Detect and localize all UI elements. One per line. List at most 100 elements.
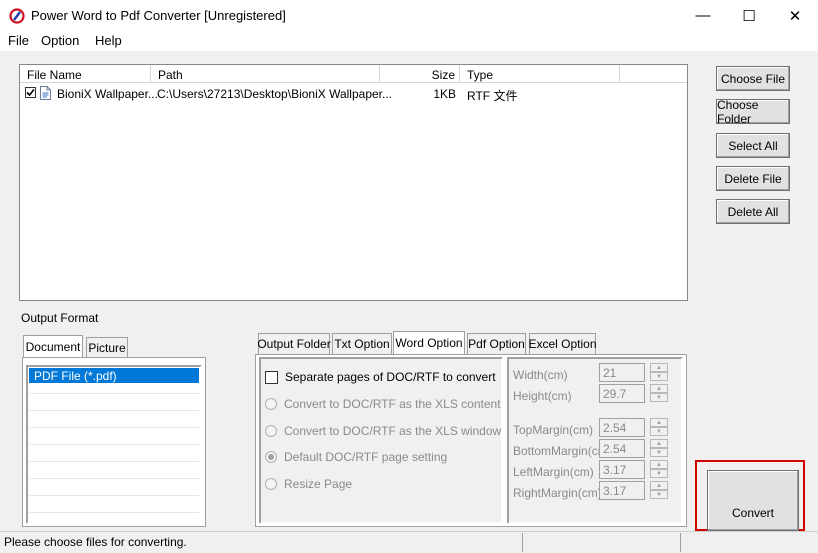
format-panel: PDF File (*.pdf): [22, 357, 206, 527]
spin-down-icon[interactable]: ▼: [650, 427, 668, 436]
row-file-type: RTF 文件: [467, 89, 518, 103]
tab-txt-option[interactable]: Txt Option: [332, 333, 392, 354]
document-file-icon: [40, 86, 51, 100]
spin-up-icon[interactable]: ▲: [650, 363, 668, 372]
output-format-label: Output Format: [21, 311, 99, 325]
bottom-margin-label: BottomMargin(cm): [513, 444, 612, 458]
convert-button[interactable]: Convert: [707, 470, 799, 531]
radio-default-label: Default DOC/RTF page setting: [284, 450, 448, 464]
file-list[interactable]: File Name Path Size Type BioniX Wallpape…: [19, 64, 688, 301]
spin-down-icon[interactable]: ▼: [650, 372, 668, 381]
list-divider: [29, 410, 199, 411]
status-text: Please choose files for converting.: [4, 535, 187, 549]
radio-xls-window-label: Convert to DOC/RTF as the XLS window: [284, 424, 502, 438]
spin-down-icon[interactable]: ▼: [650, 448, 668, 457]
width-spinner[interactable]: ▲ ▼: [650, 363, 668, 382]
left-margin-label: LeftMargin(cm): [513, 465, 594, 479]
right-margin-spinner[interactable]: ▲ ▼: [650, 481, 668, 500]
menu-help[interactable]: Help: [95, 33, 122, 48]
list-divider: [29, 478, 199, 479]
radio-xls-content-label: Convert to DOC/RTF as the XLS content: [284, 397, 501, 411]
spin-up-icon[interactable]: ▲: [650, 418, 668, 427]
list-divider: [29, 444, 199, 445]
radio-icon: [265, 425, 277, 437]
right-margin-label: RightMargin(cm): [513, 486, 602, 500]
select-all-button[interactable]: Select All: [716, 133, 790, 158]
height-input[interactable]: 29.7: [599, 384, 645, 403]
right-margin-input[interactable]: 3.17: [599, 481, 645, 500]
left-margin-spinner[interactable]: ▲ ▼: [650, 460, 668, 479]
choose-file-button[interactable]: Choose File: [716, 66, 790, 91]
list-divider: [29, 427, 199, 428]
app-logo-icon: [9, 8, 25, 24]
spin-up-icon[interactable]: ▲: [650, 384, 668, 393]
tab-pdf-option[interactable]: Pdf Option: [467, 333, 526, 354]
spin-up-icon[interactable]: ▲: [650, 460, 668, 469]
page-settings-group: Width(cm) 21 ▲ ▼ Height(cm) 29.7 ▲ ▼ TopMa…: [507, 357, 683, 524]
bottom-margin-input[interactable]: 2.54: [599, 439, 645, 458]
column-header-size[interactable]: Size: [380, 65, 460, 83]
row-file-path: C:\Users\27213\Desktop\BioniX Wallpaper.…: [157, 87, 393, 101]
height-spinner[interactable]: ▲ ▼: [650, 384, 668, 403]
maximize-button[interactable]: ☐: [726, 0, 772, 31]
status-bar: Please choose files for converting.: [0, 531, 818, 553]
radio-icon: [265, 478, 277, 490]
spin-down-icon[interactable]: ▼: [650, 490, 668, 499]
top-margin-spinner[interactable]: ▲ ▼: [650, 418, 668, 437]
spin-down-icon[interactable]: ▼: [650, 393, 668, 402]
menu-bar: File Option Help: [0, 31, 818, 51]
column-header-name[interactable]: File Name: [20, 65, 151, 83]
window-title: Power Word to Pdf Converter [Unregistere…: [31, 8, 286, 23]
status-divider: [680, 533, 681, 552]
radio-resize-label: Resize Page: [284, 477, 353, 491]
minimize-button[interactable]: —: [680, 0, 726, 31]
row-file-size: 1KB: [433, 87, 456, 101]
list-divider: [29, 512, 199, 513]
spin-up-icon[interactable]: ▲: [650, 439, 668, 448]
list-divider: [29, 495, 199, 496]
row-file-name[interactable]: BioniX Wallpaper...: [57, 87, 158, 101]
list-divider: [29, 461, 199, 462]
separate-pages-option[interactable]: Separate pages of DOC/RTF to convert: [265, 370, 496, 384]
choose-folder-button[interactable]: Choose Folder: [716, 98, 790, 126]
radio-xls-content[interactable]: Convert to DOC/RTF as the XLS content: [265, 397, 501, 411]
tab-picture[interactable]: Picture: [86, 337, 128, 358]
left-margin-input[interactable]: 3.17: [599, 460, 645, 479]
tab-output-folder[interactable]: Output Folder: [257, 333, 331, 354]
title-bar: Power Word to Pdf Converter [Unregistere…: [0, 0, 818, 31]
status-divider: [522, 533, 523, 552]
close-button[interactable]: ✕: [772, 0, 818, 31]
bottom-margin-spinner[interactable]: ▲ ▼: [650, 439, 668, 458]
format-item-pdf[interactable]: PDF File (*.pdf): [29, 368, 199, 383]
list-divider: [29, 393, 199, 394]
top-margin-input[interactable]: 2.54: [599, 418, 645, 437]
width-input[interactable]: 21: [599, 363, 645, 382]
separate-pages-label: Separate pages of DOC/RTF to convert: [285, 370, 496, 384]
radio-default-page[interactable]: Default DOC/RTF page setting: [265, 450, 447, 464]
delete-file-button[interactable]: Delete File: [716, 166, 790, 191]
spin-down-icon[interactable]: ▼: [650, 469, 668, 478]
separate-pages-checkbox[interactable]: [265, 370, 278, 384]
column-header-type[interactable]: Type: [460, 65, 620, 83]
radio-xls-window[interactable]: Convert to DOC/RTF as the XLS window: [265, 424, 501, 438]
convert-label: Convert: [731, 506, 775, 520]
radio-selected-icon: [265, 451, 277, 463]
radio-icon: [265, 398, 277, 410]
spin-up-icon[interactable]: ▲: [650, 481, 668, 490]
word-option-panel: Separate pages of DOC/RTF to convert Con…: [255, 354, 687, 527]
tab-document[interactable]: Document: [23, 335, 83, 358]
row-checkbox[interactable]: [25, 87, 36, 98]
conversion-options-group: Separate pages of DOC/RTF to convert Con…: [259, 357, 503, 524]
tab-excel-option[interactable]: Excel Option: [528, 333, 597, 354]
column-header-path[interactable]: Path: [151, 65, 380, 83]
menu-file[interactable]: File: [8, 33, 29, 48]
menu-option[interactable]: Option: [41, 33, 79, 48]
top-margin-label: TopMargin(cm): [513, 423, 594, 437]
radio-resize-page[interactable]: Resize Page: [265, 477, 352, 491]
column-header-blank: [620, 65, 687, 83]
delete-all-button[interactable]: Delete All: [716, 199, 790, 224]
width-label: Width(cm): [513, 368, 568, 382]
height-label: Height(cm): [513, 389, 572, 403]
tab-word-option[interactable]: Word Option: [393, 331, 465, 354]
format-list[interactable]: PDF File (*.pdf): [26, 365, 202, 524]
